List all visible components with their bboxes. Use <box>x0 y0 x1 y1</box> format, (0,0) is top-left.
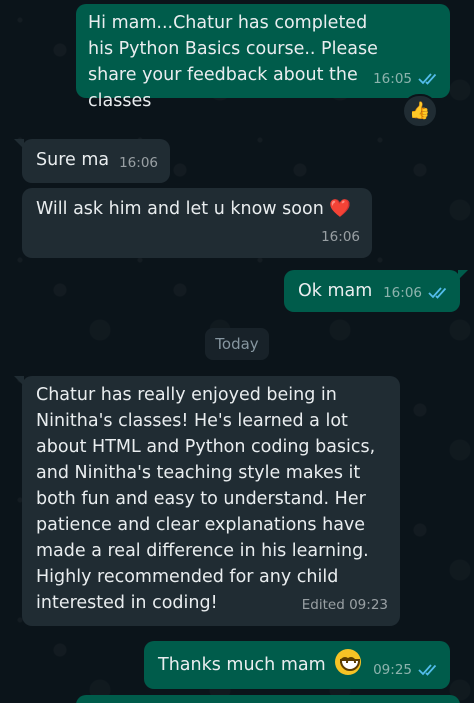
message-meta: 09:25 <box>373 657 440 683</box>
outgoing-message[interactable]: Hi mam...Chatur has completed his Python… <box>76 4 450 111</box>
reaction-badge[interactable]: 👍 <box>402 94 438 128</box>
message-time: Edited 09:23 <box>301 597 388 613</box>
message-time: 09:25 <box>373 662 412 678</box>
incoming-message[interactable]: Sure ma 16:06 <box>22 139 170 183</box>
heart-icon: ❤️ <box>329 199 352 219</box>
chat-area[interactable]: Hi mam...Chatur has completed his Python… <box>0 0 474 703</box>
read-ticks-icon <box>418 663 440 677</box>
message-text: Ok mam <box>298 281 373 301</box>
message-text: Will ask him and let u know soon <box>36 199 324 219</box>
message-meta: 16:06 <box>321 224 360 250</box>
thumbs-up-icon: 👍 <box>409 101 431 121</box>
message-time: 16:06 <box>383 285 422 301</box>
message-text: Hi mam...Chatur has completed his Python… <box>88 13 378 111</box>
message-text: Chatur has really enjoyed being in Ninit… <box>36 385 376 613</box>
message-time: 16:06 <box>321 229 360 245</box>
message-meta: 16:05 <box>373 66 440 92</box>
message-meta: Edited 09:23 <box>302 592 388 618</box>
message-text: Sure ma <box>36 150 110 170</box>
incoming-message[interactable]: Will ask him and let u know soon ❤️ 16:0… <box>22 188 372 258</box>
message-meta: 16:06 <box>119 150 158 176</box>
message-time: 16:05 <box>373 71 412 87</box>
outgoing-message-partial[interactable] <box>76 695 460 703</box>
message-time: 16:06 <box>119 155 158 171</box>
read-ticks-icon <box>418 72 440 86</box>
bubble-tail <box>458 270 468 280</box>
date-separator: Today <box>205 328 269 360</box>
grinning-face-icon <box>335 649 362 675</box>
message-text: Thanks much mam <box>158 655 326 675</box>
incoming-message[interactable]: Chatur has really enjoyed being in Ninit… <box>22 376 400 626</box>
message-meta: 16:06 <box>383 280 450 306</box>
outgoing-message[interactable]: Ok mam 16:06 <box>284 270 460 312</box>
read-ticks-icon <box>428 286 450 300</box>
outgoing-message[interactable]: Thanks much mam 09:25 <box>144 641 450 689</box>
